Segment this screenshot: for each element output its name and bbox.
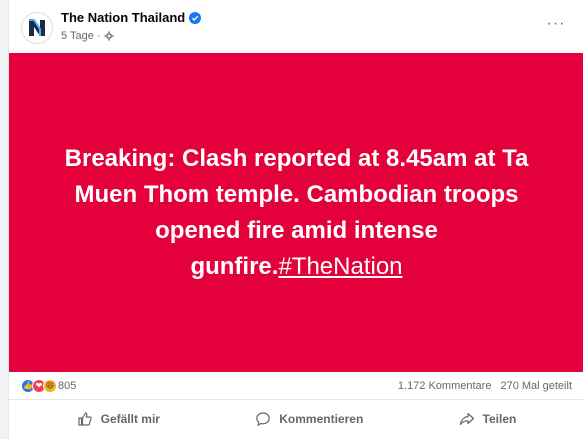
share-button[interactable]: Teilen [439, 407, 537, 431]
share-arrow-icon [459, 412, 474, 426]
post-meta: 5 Tage · [61, 30, 114, 42]
page-name[interactable]: The Nation Thailand [61, 10, 202, 25]
comment-button[interactable]: Kommentieren [235, 407, 383, 431]
meta-separator: · [96, 30, 101, 42]
reaction-icons: 👍 ❤ 😆 [21, 378, 57, 393]
hashtag-link[interactable]: #TheNation [278, 253, 402, 280]
comment-count[interactable]: 1.172 Kommentare [398, 380, 492, 392]
post-time[interactable]: 5 Tage [61, 30, 94, 42]
post-media[interactable]: Breaking: Clash reported at 8.45am at Ta… [9, 53, 583, 372]
verified-badge-icon [189, 11, 202, 24]
page-avatar[interactable] [21, 12, 53, 44]
the-nation-logo-icon [29, 19, 45, 36]
post-actions: Gefällt mir Kommentieren Teilen [9, 402, 583, 436]
post-stats: 👍 ❤ 😆 805 1.172 Kommentare 270 Mal getei… [9, 372, 583, 400]
media-text-block: Breaking: Clash reported at 8.45am at Ta… [47, 141, 547, 285]
haha-reaction-icon: 😆 [43, 378, 57, 393]
reaction-count[interactable]: 805 [58, 380, 76, 392]
share-count[interactable]: 270 Mal geteilt [500, 380, 572, 392]
thumbs-up-icon [78, 412, 92, 426]
share-label: Teilen [482, 412, 517, 426]
like-button[interactable]: Gefällt mir [57, 407, 180, 431]
page-name-label[interactable]: The Nation Thailand [61, 10, 185, 25]
engagement-counts: 1.172 Kommentare 270 Mal geteilt [398, 380, 572, 392]
reactions-summary[interactable]: 👍 ❤ 😆 805 [21, 378, 76, 393]
post-header: The Nation Thailand 5 Tage · ··· [9, 0, 583, 53]
post-card: The Nation Thailand 5 Tage · ··· Breakin… [8, 0, 583, 439]
comment-bubble-icon [256, 412, 271, 427]
like-label: Gefällt mir [100, 412, 160, 426]
comment-label: Kommentieren [279, 412, 364, 426]
more-options-button[interactable]: ··· [546, 14, 566, 34]
privacy-settings-icon[interactable] [104, 31, 114, 41]
